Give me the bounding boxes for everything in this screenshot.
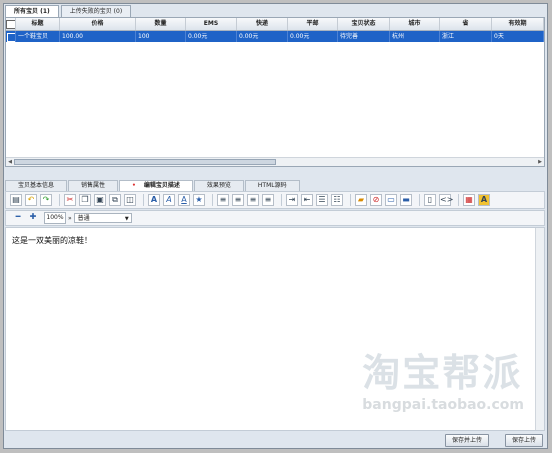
editor-content[interactable]: 这是一双美丽的凉鞋！ xyxy=(12,235,92,246)
redo-icon[interactable]: ↷ xyxy=(40,194,52,206)
table-cell: 杭州 xyxy=(390,31,440,42)
tab-preview[interactable]: 效果预览 xyxy=(193,180,244,191)
col-header[interactable]: 平邮 xyxy=(288,18,338,30)
zoom-toolbar: ━ ✚ 100% » 普通 ▼ xyxy=(5,210,545,226)
table-cell: 100.00 xyxy=(60,31,136,42)
ordered-list-icon[interactable]: ☰ xyxy=(316,194,328,206)
copy-icon[interactable]: ❐ xyxy=(79,194,91,206)
scrollbar-thumb[interactable] xyxy=(14,159,276,165)
monitor-icon[interactable]: ▬ xyxy=(400,194,412,206)
indent-icon[interactable]: ⇥ xyxy=(286,194,298,206)
align-justify-icon[interactable]: ≡ xyxy=(262,194,274,206)
format-toolbar: ▤ ↶ ↷ ✂ ❐ ▣ ⧉ ◫ A A A ★ ≡ ≡ ≡ ≡ ⇥ ⇤ ☰ ☷ … xyxy=(5,191,545,209)
table-cell: 0.00元 xyxy=(237,31,288,42)
col-header[interactable]: 快递 xyxy=(237,18,288,30)
table-cell: 0天 xyxy=(492,31,544,42)
vertical-scrollbar[interactable] xyxy=(535,228,544,430)
tab-all-items[interactable]: 所有宝贝 (1) xyxy=(5,5,59,17)
bottom-bar: 保存并上传 保存上传 xyxy=(5,433,545,447)
col-header[interactable]: EMS xyxy=(186,18,237,30)
scroll-right-icon[interactable]: ▶ xyxy=(536,158,544,166)
select-all-checkbox[interactable] xyxy=(6,20,15,29)
bold-a-icon[interactable]: A xyxy=(148,194,160,206)
row-checkbox[interactable] xyxy=(7,33,15,42)
align-left-icon[interactable]: ≡ xyxy=(217,194,229,206)
zoom-in-icon[interactable]: ✚ xyxy=(27,212,39,224)
unordered-list-icon[interactable]: ☷ xyxy=(331,194,343,206)
star-icon[interactable]: ★ xyxy=(193,194,205,206)
zoom-out-icon[interactable]: ━ xyxy=(12,212,24,224)
save-upload-button[interactable]: 保存上传 xyxy=(504,434,543,447)
table-cell: 100 xyxy=(136,31,186,42)
col-header[interactable]: 有效期 xyxy=(492,18,544,30)
horizontal-scrollbar[interactable]: ◀ ▶ xyxy=(6,157,544,166)
table-cell: 待完善 xyxy=(338,31,390,42)
folder-icon[interactable]: ▰ xyxy=(355,194,367,206)
scroll-left-icon[interactable]: ◀ xyxy=(6,158,14,166)
zoom-arrow-icon[interactable]: » xyxy=(68,215,72,222)
col-header[interactable]: 标题 xyxy=(16,18,60,30)
tab-html-source[interactable]: HTML源码 xyxy=(244,180,300,191)
col-header[interactable]: 价格 xyxy=(60,18,136,30)
zoom-level-field[interactable]: 100% xyxy=(44,212,66,224)
format-select-value: 普通 xyxy=(77,215,90,222)
undo-icon[interactable]: ↶ xyxy=(25,194,37,206)
col-header[interactable]: 省 xyxy=(440,18,492,30)
toolbar-divider xyxy=(281,194,282,206)
table-row[interactable]: 一个鞋宝贝 100.00 100 0.00元 0.00元 0.00元 待完善 杭… xyxy=(6,31,544,42)
editor-tabs: 宝贝基本信息 销售属性 • 编辑宝贝描述 效果预览 HTML源码 xyxy=(5,180,545,191)
cut-icon[interactable]: ✂ xyxy=(64,194,76,206)
watermark-logo: 淘宝帮派 xyxy=(362,351,523,395)
items-table: 标题 价格 数量 EMS 快递 平邮 宝贝状态 城市 省 有效期 一个鞋宝贝 1… xyxy=(5,17,545,167)
table-header: 标题 价格 数量 EMS 快递 平邮 宝贝状态 城市 省 有效期 xyxy=(6,18,544,31)
page-icon[interactable]: ▯ xyxy=(424,194,436,206)
paste-icon[interactable]: ▣ xyxy=(94,194,106,206)
italic-a-icon[interactable]: A xyxy=(163,194,175,206)
row-checkbox-cell[interactable] xyxy=(6,31,16,42)
table-cell: 0.00元 xyxy=(186,31,237,42)
toolbar-divider xyxy=(59,194,60,206)
insert-link-icon[interactable]: ⧉ xyxy=(109,194,121,206)
new-doc-icon[interactable]: ▤ xyxy=(10,194,22,206)
col-header[interactable]: 城市 xyxy=(390,18,440,30)
table-cell: 一个鞋宝贝 xyxy=(16,31,60,42)
no-entry-icon[interactable]: ⊘ xyxy=(370,194,382,206)
tab-upload-failed[interactable]: 上传失败的宝贝 (0) xyxy=(60,5,132,17)
tab-sale-attributes[interactable]: 销售属性 xyxy=(68,180,119,191)
toolbar-divider xyxy=(143,194,144,206)
code-icon[interactable]: <> xyxy=(439,194,453,206)
tab-basic-info[interactable]: 宝贝基本信息 xyxy=(5,180,68,191)
format-select[interactable]: 普通 ▼ xyxy=(73,213,132,223)
toolbar-divider xyxy=(350,194,351,206)
col-header[interactable]: 宝贝状态 xyxy=(338,18,390,30)
table-cell: 浙江 xyxy=(440,31,492,42)
toolbar-divider xyxy=(458,194,459,206)
tab-edit-description[interactable]: • 编辑宝贝描述 xyxy=(119,180,193,191)
top-tabs: 所有宝贝 (1) 上传失败的宝贝 (0) xyxy=(5,5,545,17)
outdent-icon[interactable]: ⇤ xyxy=(301,194,313,206)
align-right-icon[interactable]: ≡ xyxy=(247,194,259,206)
table-cell: 0.00元 xyxy=(288,31,338,42)
watermark: 淘宝帮派 bangpai.taobao.com xyxy=(362,342,524,413)
underline-a-icon[interactable]: A xyxy=(178,194,190,206)
save-and-upload-button[interactable]: 保存并上传 xyxy=(444,434,489,447)
col-header[interactable]: 数量 xyxy=(136,18,186,30)
insert-anchor-icon[interactable]: ◫ xyxy=(124,194,136,206)
tab-label: 编辑宝贝描述 xyxy=(143,182,180,189)
color-grid-icon[interactable]: ▦ xyxy=(463,194,475,206)
toolbar-divider xyxy=(419,194,420,206)
align-center-icon[interactable]: ≡ xyxy=(232,194,244,206)
image-icon[interactable]: ▭ xyxy=(385,194,397,206)
toolbar-divider xyxy=(212,194,213,206)
chevron-down-icon: ▼ xyxy=(124,216,129,222)
marker-dot-icon: • xyxy=(132,182,136,189)
text-style-icon[interactable]: A xyxy=(478,194,490,206)
header-checkbox-cell[interactable] xyxy=(6,18,16,30)
watermark-url: bangpai.taobao.com xyxy=(362,397,524,413)
